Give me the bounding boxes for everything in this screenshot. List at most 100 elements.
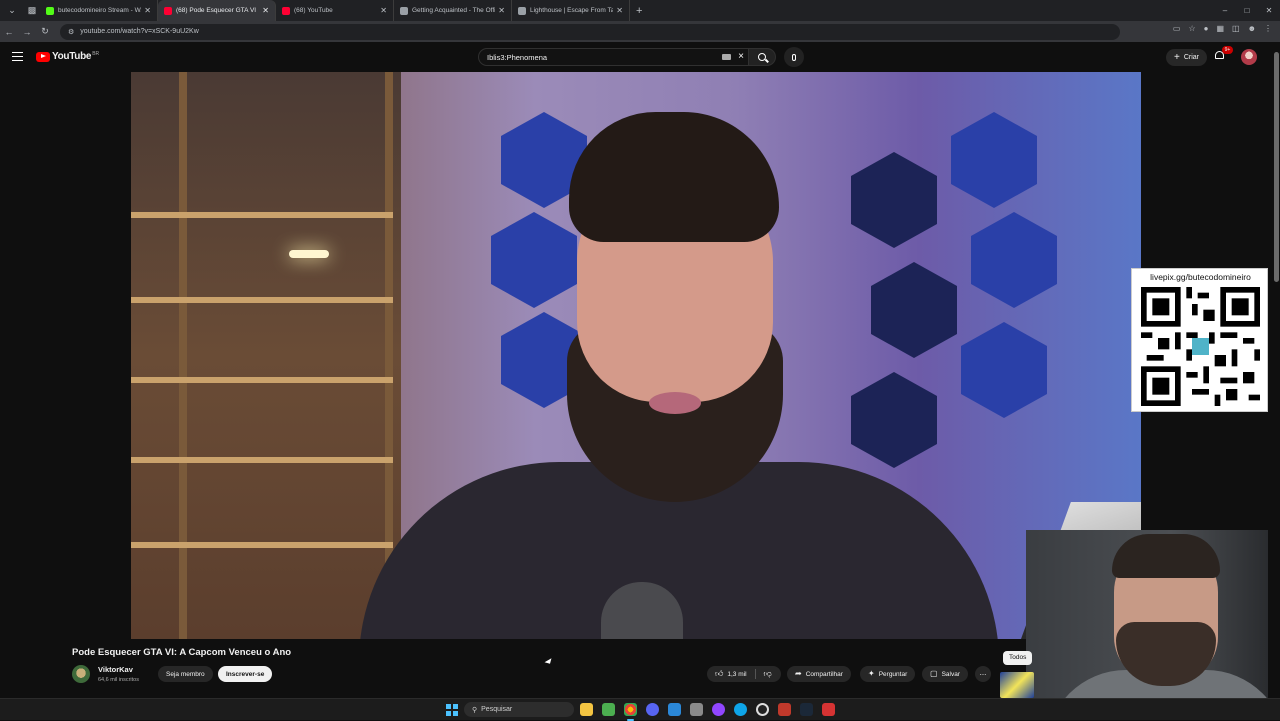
page-scrollbar[interactable]	[1273, 42, 1280, 698]
search-query: Iblis3:Phenomena	[487, 52, 548, 62]
mouse-cursor	[544, 658, 554, 666]
url-text: youtube.com/watch?v=xSCK-9uU2Kw	[80, 28, 199, 35]
url-bar[interactable]: ⚙ youtube.com/watch?v=xSCK-9uU2Kw	[60, 23, 1120, 40]
tab-close-icon[interactable]: ✕	[262, 6, 269, 15]
shelf-light	[289, 250, 329, 258]
hamburger-menu-icon[interactable]	[12, 52, 23, 61]
ask-button[interactable]: ✦ Perguntar	[860, 666, 916, 682]
like-icon[interactable]: 👍︎	[715, 670, 723, 678]
join-button[interactable]: Seja membro	[158, 666, 213, 682]
keyboard-icon[interactable]	[722, 54, 731, 60]
app-icon[interactable]	[690, 703, 703, 716]
close-window-icon[interactable]: ✕	[1258, 6, 1280, 15]
search-input[interactable]: Iblis3:Phenomena ×	[478, 48, 750, 66]
wall-panel	[851, 372, 937, 468]
notification-badge: 9+	[1222, 46, 1233, 54]
forward-button[interactable]: →	[18, 27, 36, 37]
window-controls: – □ ✕	[1214, 0, 1280, 21]
browser-tab[interactable]: Lighthouse | Escape From Tark ✕	[512, 0, 630, 21]
obs-icon[interactable]	[756, 703, 769, 716]
site-info-icon[interactable]: ⚙	[68, 28, 74, 36]
address-bar-row: ← → ↻ ⚙ youtube.com/watch?v=xSCK-9uU2Kw …	[0, 21, 1280, 42]
share-icon: ➦	[795, 669, 802, 678]
tab-favicon-icon	[282, 6, 290, 15]
dislike-icon[interactable]: 👎︎	[764, 670, 772, 678]
discord-icon[interactable]	[646, 703, 659, 716]
extensions-puzzle-icon[interactable]: ▦	[1216, 24, 1224, 33]
tab-title: butecodomineiro Stream - Wa	[58, 7, 142, 14]
tab-favicon-icon	[46, 6, 54, 15]
account-avatar[interactable]	[1241, 49, 1257, 65]
app-icon[interactable]	[668, 703, 681, 716]
wall-panel	[871, 262, 957, 358]
cast-icon[interactable]: ▭	[1173, 24, 1181, 33]
browser-menu-icon[interactable]: ⋮	[1264, 24, 1272, 33]
save-button[interactable]: ▢ Salvar	[922, 666, 968, 682]
store-icon[interactable]	[602, 703, 615, 716]
like-count[interactable]: 1,3 mil	[727, 671, 746, 678]
wall-panel	[961, 322, 1047, 418]
tab-title: (68) YouTube	[294, 7, 333, 14]
windows-start-icon[interactable]	[446, 704, 458, 716]
clear-search-icon[interactable]: ×	[738, 51, 744, 62]
channel-name[interactable]: ViktorKav	[98, 665, 133, 674]
back-button[interactable]: ←	[0, 27, 18, 37]
tab-search-icon[interactable]: ⌄	[4, 3, 20, 19]
app-icon[interactable]	[822, 703, 835, 716]
voice-search-button[interactable]	[784, 47, 804, 67]
extension-icon[interactable]: ●	[1204, 24, 1209, 33]
steam-icon[interactable]	[800, 703, 813, 716]
browser-tab[interactable]: (68) YouTube ✕	[276, 0, 394, 21]
search-button[interactable]	[748, 48, 776, 66]
chrome-icon[interactable]	[624, 703, 637, 721]
tab-close-icon[interactable]: ✕	[380, 6, 387, 15]
bookmark-star-icon[interactable]: ☆	[1188, 24, 1195, 33]
tab-title: (68) Pode Esquecer GTA VI	[176, 7, 257, 14]
subscribe-button[interactable]: Inscrever-se	[218, 666, 273, 682]
channel-avatar[interactable]	[72, 665, 90, 683]
tab-groups-icon[interactable]: ▩	[24, 3, 40, 19]
create-label: Criar	[1183, 54, 1200, 61]
tab-close-icon[interactable]: ✕	[498, 6, 505, 15]
minimize-icon[interactable]: –	[1214, 6, 1236, 15]
microphone-icon	[792, 53, 796, 61]
video-title: Pode Esquecer GTA VI: A Capcom Venceu o …	[72, 647, 292, 658]
subscriber-count: 64,6 mil inscritos	[98, 677, 139, 683]
sparkle-icon: ✦	[868, 669, 875, 678]
qr-code-image	[1141, 287, 1260, 406]
qr-label: livepix.gg/butecodomineiro	[1150, 272, 1251, 282]
profile-icon[interactable]: ☻	[1248, 24, 1256, 33]
app-icon[interactable]	[778, 703, 791, 716]
twitch-icon[interactable]	[712, 703, 725, 716]
browser-tab[interactable]: Getting Acquainted - The Offic ✕	[394, 0, 512, 21]
youtube-play-icon	[36, 51, 50, 62]
taskbar-search[interactable]: ⚲ Pesquisar	[464, 702, 574, 717]
search-icon	[758, 53, 766, 61]
tab-favicon-icon	[400, 6, 408, 15]
file-explorer-icon[interactable]	[580, 703, 593, 716]
share-button[interactable]: ➦ Compartilhar	[787, 666, 851, 682]
tab-close-icon[interactable]: ✕	[616, 6, 623, 15]
browser-tab[interactable]: butecodomineiro Stream - Wa ✕	[40, 0, 158, 21]
taskbar-search-icon: ⚲	[472, 706, 478, 714]
new-tab-button[interactable]: +	[636, 5, 642, 17]
filter-chip-all[interactable]: Todos	[1003, 651, 1033, 665]
tab-close-icon[interactable]: ✕	[144, 6, 151, 15]
recommended-video-thumbnail[interactable]	[1000, 672, 1034, 698]
sidebar-icon[interactable]: ◫	[1232, 24, 1240, 33]
edge-icon[interactable]	[734, 703, 747, 716]
reload-button[interactable]: ↻	[36, 26, 54, 37]
browser-tab-strip: ⌄ ▩ butecodomineiro Stream - Wa ✕ (68) Pod…	[0, 0, 1280, 21]
bookmark-icon: ▢	[930, 669, 938, 678]
country-code: BR	[92, 50, 100, 57]
like-divider	[754, 669, 756, 679]
scrollbar-thumb[interactable]	[1274, 52, 1279, 282]
video-player[interactable]	[131, 72, 1141, 639]
more-actions-button[interactable]: ...	[975, 666, 991, 682]
youtube-logo[interactable]: YouTube BR	[36, 51, 99, 62]
maximize-icon[interactable]: □	[1236, 6, 1258, 15]
browser-tab[interactable]: (68) Pode Esquecer GTA VI ✕	[158, 0, 276, 21]
livepix-qr-overlay: livepix.gg/butecodomineiro	[1131, 268, 1268, 412]
create-button[interactable]: + Criar	[1166, 49, 1208, 66]
tab-favicon-icon	[518, 6, 526, 15]
